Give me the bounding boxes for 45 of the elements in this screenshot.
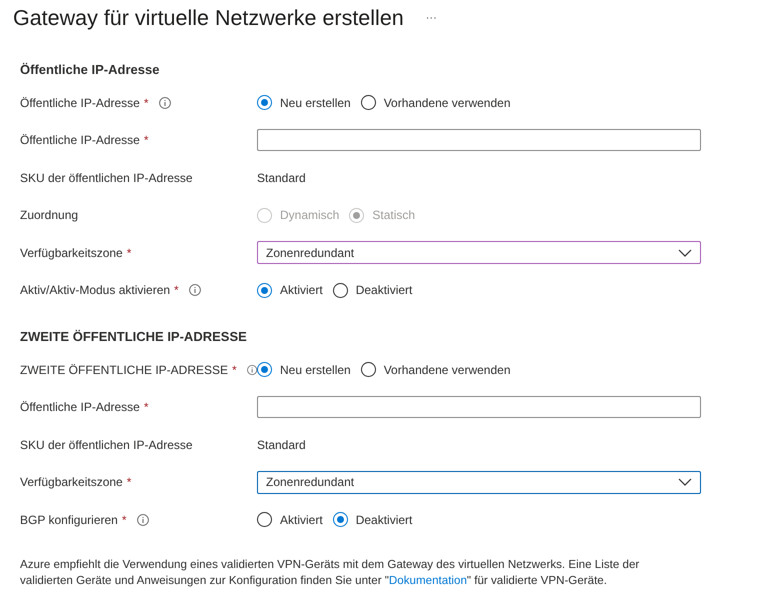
field-label: Öffentliche IP-Adresse xyxy=(20,133,140,148)
radio-option[interactable]: Neu erstellen xyxy=(257,95,351,110)
field-label: Zuordnung xyxy=(20,208,78,222)
field-label: Aktiv/Aktiv-Modus aktivieren xyxy=(20,283,170,298)
radio-option[interactable]: Neu erstellen xyxy=(257,362,351,378)
chevron-icon xyxy=(678,248,692,257)
input-field[interactable] xyxy=(257,129,701,152)
required-mark: * xyxy=(174,283,179,298)
required-mark: * xyxy=(144,133,149,148)
dropdown[interactable]: Zonenredundant xyxy=(257,470,701,494)
info-icon[interactable] xyxy=(188,284,201,296)
required-mark: * xyxy=(144,400,149,414)
info-icon[interactable] xyxy=(136,514,149,526)
radio-option[interactable]: Deaktiviert xyxy=(332,282,412,298)
field-label: SKU der öffentlichen IP-Adresse xyxy=(20,170,193,185)
info-icon[interactable] xyxy=(246,364,257,376)
required-mark: * xyxy=(126,246,132,260)
field-label: Öffentliche IP-Adresse xyxy=(20,400,140,414)
radio-option[interactable]: Vorhandene verwenden xyxy=(360,362,510,378)
info-icon[interactable] xyxy=(158,96,171,109)
field-value: Standard xyxy=(257,170,306,185)
required-mark: * xyxy=(126,475,132,490)
radio-option[interactable]: Deaktiviert xyxy=(332,512,412,528)
section-heading: Öffentliche IP-Adresse xyxy=(20,62,160,78)
chevron-icon xyxy=(678,478,692,486)
radio-option[interactable]: Aktiviert xyxy=(257,512,323,528)
required-mark: * xyxy=(232,362,237,377)
more-button[interactable]: ··· xyxy=(422,12,441,24)
info-paragraph: Azure empfiehlt die Verwendung eines validierten VPN-Geräts mit dem Gateway des virtuellen Netzwerks. Eine Liste der validierten Geräte und Anweisungen zur Konfiguration finden Sie unter "Dokumentation" für validierte VPN-Geräte. xyxy=(20,556,640,588)
page-title: Gateway für virtuelle Netzwerke erstellen xyxy=(13,6,404,30)
input-field[interactable] xyxy=(257,396,701,418)
radio-option[interactable]: Vorhandene verwenden xyxy=(360,95,510,110)
field-value: Standard xyxy=(257,438,306,452)
field-label: Verfügbarkeitszone xyxy=(20,475,123,490)
field-label: BGP konfigurieren xyxy=(20,512,118,527)
field-label: Verfügbarkeitszone xyxy=(20,246,123,260)
section-heading: ZWEITE ÖFFENTLICHE IP-ADRESSE xyxy=(20,329,248,345)
field-label: ZWEITE ÖFFENTLICHE IP-ADRESSE xyxy=(20,362,228,377)
documentation-link[interactable]: Dokumentation xyxy=(388,574,467,586)
radio-option[interactable]: Aktiviert xyxy=(257,282,323,298)
required-mark: * xyxy=(122,512,127,527)
required-mark: * xyxy=(144,96,149,110)
field-label: SKU der öffentlichen IP-Adresse xyxy=(20,438,193,452)
dropdown[interactable]: Zonenredundant xyxy=(257,241,701,264)
field-label: Öffentliche IP-Adresse xyxy=(20,96,140,110)
